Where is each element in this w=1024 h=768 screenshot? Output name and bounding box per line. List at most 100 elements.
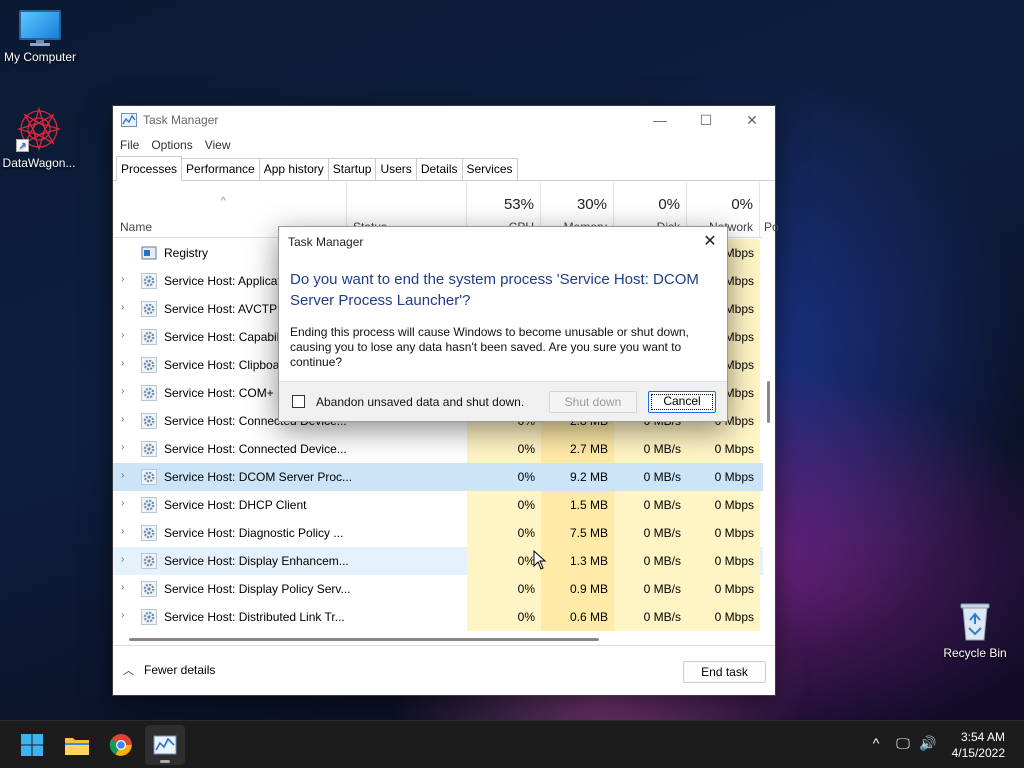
process-name: Service Host: DCOM Server Proc... xyxy=(164,470,353,484)
table-row[interactable]: › Service Host: Diagnostic Policy ... 0% 7.… xyxy=(113,519,763,547)
window-footer: ︿ Fewer details End task xyxy=(113,645,775,695)
process-name: Service Host: Capabili xyxy=(164,330,283,344)
dialog-heading: Do you want to end the system process 'S… xyxy=(290,271,699,309)
cancel-button[interactable]: Cancel xyxy=(648,391,716,413)
expand-chevron-icon[interactable]: › xyxy=(121,554,124,565)
process-gear-icon xyxy=(141,553,157,569)
network-cell: 0 Mbps xyxy=(687,547,760,575)
table-row[interactable]: › Service Host: Distributed Link Tr... 0% 0… xyxy=(113,603,763,631)
expand-chevron-icon[interactable]: › xyxy=(121,386,124,397)
expand-chevron-icon[interactable]: › xyxy=(121,582,124,593)
abandon-data-label[interactable]: Abandon unsaved data and shut down. xyxy=(316,395,524,409)
end-process-dialog: Task Manager ✕ Do you want to end the sy… xyxy=(278,226,728,422)
tab-app-history[interactable]: App history xyxy=(258,158,329,180)
desktop-icon-my-computer[interactable]: My Computer xyxy=(0,10,80,64)
column-label: Name xyxy=(120,220,153,234)
vertical-scroll-thumb[interactable] xyxy=(767,381,770,423)
table-row[interactable]: › Service Host: Display Policy Serv... 0% 0… xyxy=(113,575,763,603)
process-gear-icon xyxy=(141,581,157,597)
tab-startup[interactable]: Startup xyxy=(327,158,377,180)
start-button[interactable] xyxy=(12,725,52,765)
tab-details[interactable]: Details xyxy=(415,158,463,180)
memory-cell: 1.5 MB xyxy=(541,491,614,519)
monitor-icon xyxy=(19,10,61,46)
horizontal-scroll-thumb[interactable] xyxy=(129,638,599,641)
vertical-scrollbar[interactable] xyxy=(765,239,773,633)
network-icon[interactable]: 🖵 xyxy=(893,735,913,752)
process-gear-icon xyxy=(141,413,157,429)
cpu-cell: 0% xyxy=(467,491,541,519)
task-manager-taskbar-button[interactable] xyxy=(145,725,185,765)
fewer-details-button[interactable]: ︿ Fewer details xyxy=(123,662,215,678)
minimize-button[interactable]: — xyxy=(637,106,683,134)
process-gear-icon xyxy=(141,273,157,289)
expand-chevron-icon[interactable]: › xyxy=(121,470,124,481)
process-name: Service Host: Display Policy Serv... xyxy=(164,582,351,596)
expand-chevron-icon[interactable]: › xyxy=(121,610,124,621)
horizontal-scrollbar[interactable] xyxy=(113,633,763,645)
tab-users[interactable]: Users xyxy=(375,158,417,180)
process-name: Service Host: Diagnostic Policy ... xyxy=(164,526,344,540)
process-name: Service Host: Connected Device... xyxy=(164,442,347,456)
window-title: Task Manager xyxy=(143,113,219,127)
menu-options[interactable]: Options xyxy=(151,138,192,152)
process-name: Service Host: DHCP Client xyxy=(164,498,307,512)
expand-chevron-icon[interactable]: › xyxy=(121,498,124,509)
dialog-close-button[interactable]: ✕ xyxy=(699,231,721,253)
expand-chevron-icon[interactable]: › xyxy=(121,526,124,537)
dialog-title: Task Manager xyxy=(288,235,364,249)
process-name: Service Host: COM+ E xyxy=(164,386,286,400)
chrome-button[interactable] xyxy=(101,725,141,765)
expand-chevron-icon[interactable]: › xyxy=(121,302,124,313)
column-pct: 53% xyxy=(503,196,534,213)
cpu-cell: 0% xyxy=(517,470,535,484)
file-explorer-button[interactable] xyxy=(57,725,97,765)
table-row[interactable]: › Service Host: Display Enhancem... 0% 1.3 … xyxy=(113,547,763,575)
menu-file[interactable]: File xyxy=(120,138,139,152)
tab-performance[interactable]: Performance xyxy=(181,158,260,180)
title-bar[interactable]: Task Manager — ☐ ✕ xyxy=(113,106,775,134)
maximize-button[interactable]: ☐ xyxy=(683,106,729,134)
menu-bar: File Options View xyxy=(113,134,775,156)
network-cell: 0 Mbps xyxy=(687,435,760,463)
tab-services[interactable]: Services xyxy=(461,158,518,180)
mouse-cursor-icon xyxy=(533,549,547,570)
process-gear-icon xyxy=(141,357,157,373)
cpu-cell: 0% xyxy=(467,519,541,547)
taskbar: ^ 🖵 🔊 3:54 AM 4/15/2022 xyxy=(0,720,1024,768)
tab-processes[interactable]: Processes xyxy=(116,156,183,181)
start-icon xyxy=(21,734,43,756)
memory-cell: 1.3 MB xyxy=(541,547,614,575)
menu-view[interactable]: View xyxy=(205,138,231,152)
clock-time: 3:54 AM xyxy=(960,730,1005,744)
expand-chevron-icon[interactable]: › xyxy=(121,274,124,285)
process-gear-icon xyxy=(141,525,157,541)
table-row[interactable]: › Service Host: DHCP Client 0% 1.5 MB 0 MB/s… xyxy=(113,491,763,519)
dialog-footer: Abandon unsaved data and shut down. Shut… xyxy=(279,381,727,421)
memory-cell: 2.7 MB xyxy=(541,435,614,463)
end-task-button[interactable]: End task xyxy=(683,661,766,683)
network-cell: 0 Mbps xyxy=(687,603,760,631)
show-hidden-icons-chevron-icon[interactable]: ^ xyxy=(866,735,886,751)
volume-icon[interactable]: 🔊 xyxy=(918,735,938,752)
close-button[interactable]: ✕ xyxy=(729,106,775,134)
process-gear-icon xyxy=(141,497,157,513)
network-cell: 0 Mbps xyxy=(687,491,760,519)
expand-chevron-icon[interactable]: › xyxy=(121,442,124,453)
process-gear-icon xyxy=(141,245,157,261)
expand-chevron-icon[interactable]: › xyxy=(121,414,124,425)
disk-cell: 0 MB/s xyxy=(643,470,681,484)
desktop-icon-datawagon[interactable]: ↗ DataWagon... xyxy=(0,106,79,170)
desktop-icon-recycle-bin[interactable]: Recycle Bin xyxy=(935,598,1015,660)
cpu-cell: 0% xyxy=(467,575,541,603)
clock-date: 4/15/2022 xyxy=(951,746,1005,760)
table-row[interactable]: › Service Host: DCOM Server Proc... 0% 9.2 … xyxy=(113,463,763,491)
abandon-data-checkbox[interactable] xyxy=(292,395,305,408)
network-cell: 0 Mbps xyxy=(714,470,754,484)
recycle-bin-icon xyxy=(957,598,993,642)
column-header-power[interactable]: Po xyxy=(760,182,779,238)
system-clock[interactable]: 3:54 AM 4/15/2022 xyxy=(952,729,1005,761)
expand-chevron-icon[interactable]: › xyxy=(121,330,124,341)
table-row[interactable]: › Service Host: Connected Device... 0% 2.7 … xyxy=(113,435,763,463)
expand-chevron-icon[interactable]: › xyxy=(121,358,124,369)
